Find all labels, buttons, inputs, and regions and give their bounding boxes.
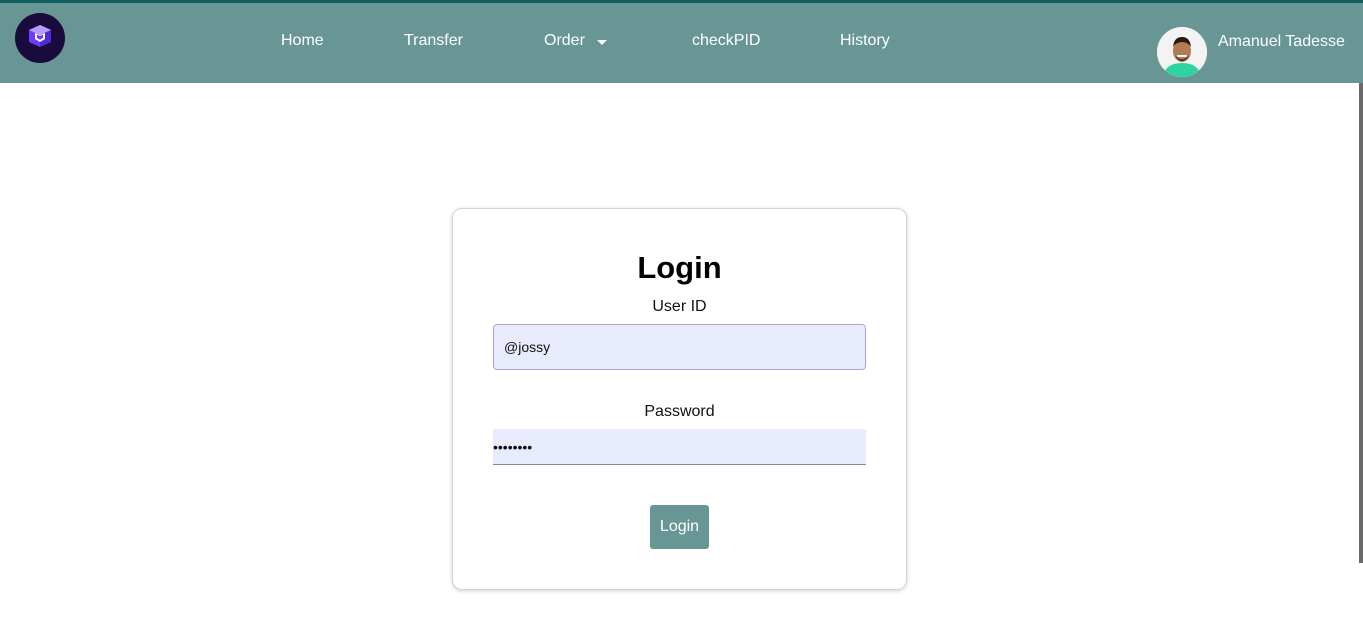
nav-order-label: Order (544, 32, 585, 49)
password-label: Password (644, 403, 715, 420)
login-title: Login (637, 250, 722, 285)
password-input[interactable] (493, 429, 866, 465)
nav-order-dropdown[interactable]: Order (544, 30, 607, 52)
nav-home[interactable]: Home (281, 30, 324, 52)
userid-input[interactable] (493, 324, 866, 370)
login-card: Login User ID Password Login (452, 208, 907, 590)
user-avatar[interactable] (1157, 27, 1207, 77)
page-scrollbar[interactable] (1359, 83, 1363, 563)
nav-checkpid[interactable]: checkPID (692, 30, 760, 52)
nav-transfer[interactable]: Transfer (404, 30, 463, 52)
login-button[interactable]: Login (650, 505, 709, 549)
userid-label: User ID (652, 298, 707, 315)
user-name[interactable]: Amanuel Tadesse (1218, 31, 1345, 53)
top-navbar: Home Transfer Order checkPID History Ama… (0, 0, 1363, 83)
chevron-down-icon (596, 39, 607, 45)
nav-history[interactable]: History (840, 30, 890, 52)
